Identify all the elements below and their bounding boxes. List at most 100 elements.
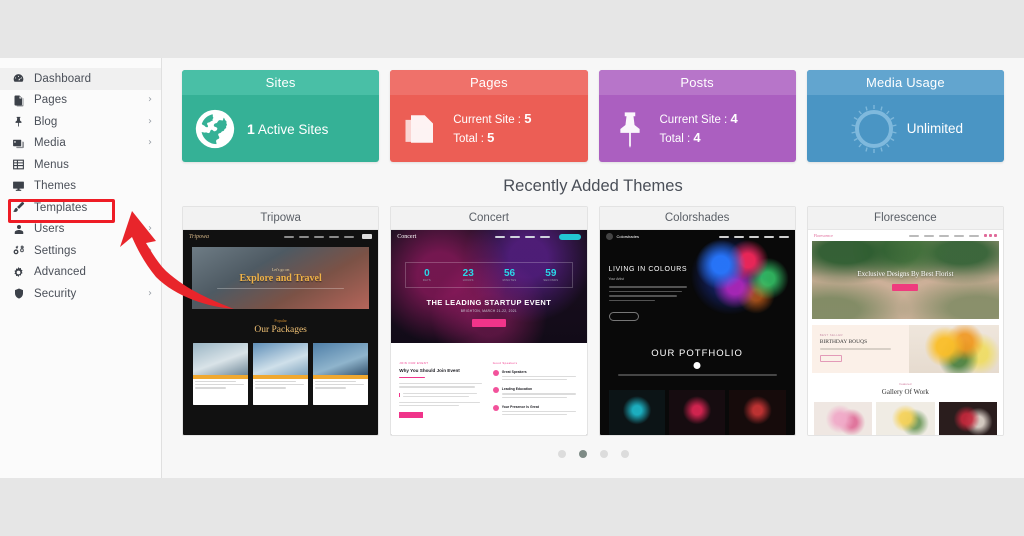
sidebar-item-blog[interactable]: Blog › [0, 111, 161, 133]
preview-features-kicker: Good Speakers [492, 361, 518, 365]
sidebar-item-label: Themes [34, 180, 77, 193]
preview-feature-label: Great Speakers [501, 370, 527, 374]
pagination-dot[interactable] [599, 450, 608, 458]
monitor-icon [10, 180, 27, 193]
preview-search-button [362, 234, 373, 239]
admin-app: Dashboard Pages › Blog › Media › Menus T… [0, 58, 1024, 478]
pagination-dot-active[interactable] [578, 450, 587, 458]
stat-row-value: 4 [693, 129, 701, 145]
countdown-value: 0 [424, 268, 430, 279]
stat-row-value: 5 [487, 129, 495, 145]
sidebar-item-label: Advanced [34, 266, 86, 279]
brush-icon [10, 201, 27, 214]
pages-stack-icon [400, 107, 444, 151]
preview-feature-label: Leading Education [501, 387, 533, 392]
sidebar-item-media[interactable]: Media › [0, 133, 161, 155]
preview-hero-title: THE LEADING STARTUP EVENT [426, 298, 552, 307]
preview-logo: Tripowa [189, 233, 210, 240]
sidebar-item-templates[interactable]: Templates [0, 197, 161, 219]
stat-card-rows: Current Site : 4 Total : 4 [660, 110, 738, 148]
sidebar-item-label: Menus [34, 158, 70, 171]
countdown-label: HOURS [462, 279, 474, 282]
preview-feature-label: Your Presence Is Great [501, 404, 539, 409]
sidebar-item-security[interactable]: Security › [0, 283, 161, 305]
main-content: Sites 1 Active Sites Pages Current Site … [162, 58, 1024, 478]
preview-section-title: OUR POTFHOLIO [651, 348, 743, 359]
stat-card-title: Posts [598, 70, 796, 95]
preview-hero-date: BRIGHTON, MARCH 21-22, 2021 [460, 309, 517, 313]
countdown-label: SECONDS [543, 279, 559, 282]
globe-icon [192, 106, 238, 152]
theme-card-title: Concert [391, 207, 587, 230]
section-title: Recently Added Themes [503, 177, 683, 195]
stat-card-title: Pages [390, 70, 588, 95]
countdown-label: DAYS [422, 279, 431, 282]
preview-countdown: 0 DAYS 23 HOURS 56 MINUTES 59 SECONDS [405, 262, 573, 288]
sidebar-item-label: Templates [34, 201, 88, 214]
theme-card-colorshades[interactable]: Colorshades Colorshades LIVING IN COLOUR… [598, 206, 796, 436]
preview-band-title: BIRTHDAY BOUQS [819, 339, 868, 345]
menus-icon [10, 158, 27, 171]
sidebar-item-users[interactable]: Users › [0, 219, 161, 241]
progress-ring-icon [848, 103, 900, 155]
stat-card-pages[interactable]: Pages Current Site : 5 Total : 5 [390, 70, 588, 162]
theme-card-title: Tripowa [183, 207, 379, 230]
theme-preview-image: Concert 0 DAYS 23 HOURS 56 MINUTES 59 SECOND… [391, 230, 587, 435]
screenshot-root: Dashboard Pages › Blog › Media › Menus T… [0, 0, 1024, 536]
theme-card-tripowa[interactable]: Tripowa Tripowa Let's go on Explore and … [182, 206, 380, 436]
theme-card-florescence[interactable]: Florescence Florescence Exclusive Design… [806, 206, 1004, 436]
preview-gallery-kicker: Featured [899, 382, 912, 386]
carousel-pagination[interactable] [182, 450, 1004, 458]
sidebar-item-pages[interactable]: Pages › [0, 90, 161, 112]
stat-row-label: Total : [659, 132, 691, 145]
theme-card-title: Florescence [807, 207, 1003, 230]
user-icon [10, 223, 27, 236]
preview-logo: Florescence [813, 233, 833, 238]
stat-card-title: Media Usage [806, 70, 1004, 95]
preview-feature-icon [492, 387, 499, 394]
theme-card-concert[interactable]: Concert Concert 0 DAYS 23 HOURS 56 MINUT… [390, 206, 588, 436]
stat-card-title: Sites [182, 70, 380, 95]
theme-preview-image: Florescence Exclusive Designs By Best Fl… [807, 230, 1003, 435]
preview-feature-icon [492, 370, 499, 376]
stat-card-sites[interactable]: Sites 1 Active Sites [182, 70, 380, 162]
pagination-dot[interactable] [620, 450, 629, 458]
preview-hero-title: Explore and Travel [239, 272, 322, 284]
themes-row: Tripowa Tripowa Let's go on Explore and … [182, 206, 1004, 436]
media-icon [10, 137, 27, 150]
preview-hero-title: LIVING IN COLOURS [608, 266, 688, 273]
sidebar-item-label: Media [34, 137, 66, 150]
stat-card-posts[interactable]: Posts Current Site : 4 Total : 4 [598, 70, 796, 162]
gears-icon [10, 244, 27, 257]
preview-gallery-title: Gallery Of Work [881, 388, 929, 396]
preview-lower-title: Why You Should Join Event [399, 368, 460, 373]
theme-preview-image: Tripowa Let's go on Explore and Travel P… [183, 230, 379, 435]
chevron-right-icon: › [148, 287, 152, 299]
sidebar-item-dashboard[interactable]: Dashboard [0, 68, 161, 90]
sidebar-item-label: Security [34, 287, 77, 300]
stat-card-media-usage[interactable]: Media Usage Unlimited [806, 70, 1004, 162]
sidebar-item-settings[interactable]: Settings › [0, 240, 161, 262]
stat-row-label: Current Site : [453, 113, 521, 126]
sidebar-item-label: Dashboard [34, 72, 92, 85]
theme-preview-image: Colorshades LIVING IN COLOURS Your Artis… [599, 230, 795, 435]
countdown-value: 23 [462, 268, 474, 279]
chevron-right-icon: › [148, 94, 152, 106]
pagination-dot[interactable] [557, 450, 566, 458]
dashboard-icon [10, 72, 27, 85]
preview-gallery [608, 390, 786, 435]
sidebar-item-advanced[interactable]: Advanced [0, 262, 161, 284]
preview-feature-icon [492, 404, 499, 411]
preview-nav [284, 235, 355, 238]
preview-nav [909, 234, 979, 237]
sidebar-item-menus[interactable]: Menus [0, 154, 161, 176]
preview-cards [193, 343, 369, 405]
preview-hero-button [471, 319, 506, 327]
pages-icon [10, 94, 27, 107]
preview-section-title: Our Packages [254, 325, 307, 335]
shield-icon [10, 287, 27, 300]
preview-hero-kicker: Let's go on [271, 266, 290, 272]
sidebar-item-themes[interactable]: Themes [0, 176, 161, 198]
countdown-value: 56 [503, 268, 516, 279]
preview-band-kicker: BEST SELLER [819, 333, 843, 337]
